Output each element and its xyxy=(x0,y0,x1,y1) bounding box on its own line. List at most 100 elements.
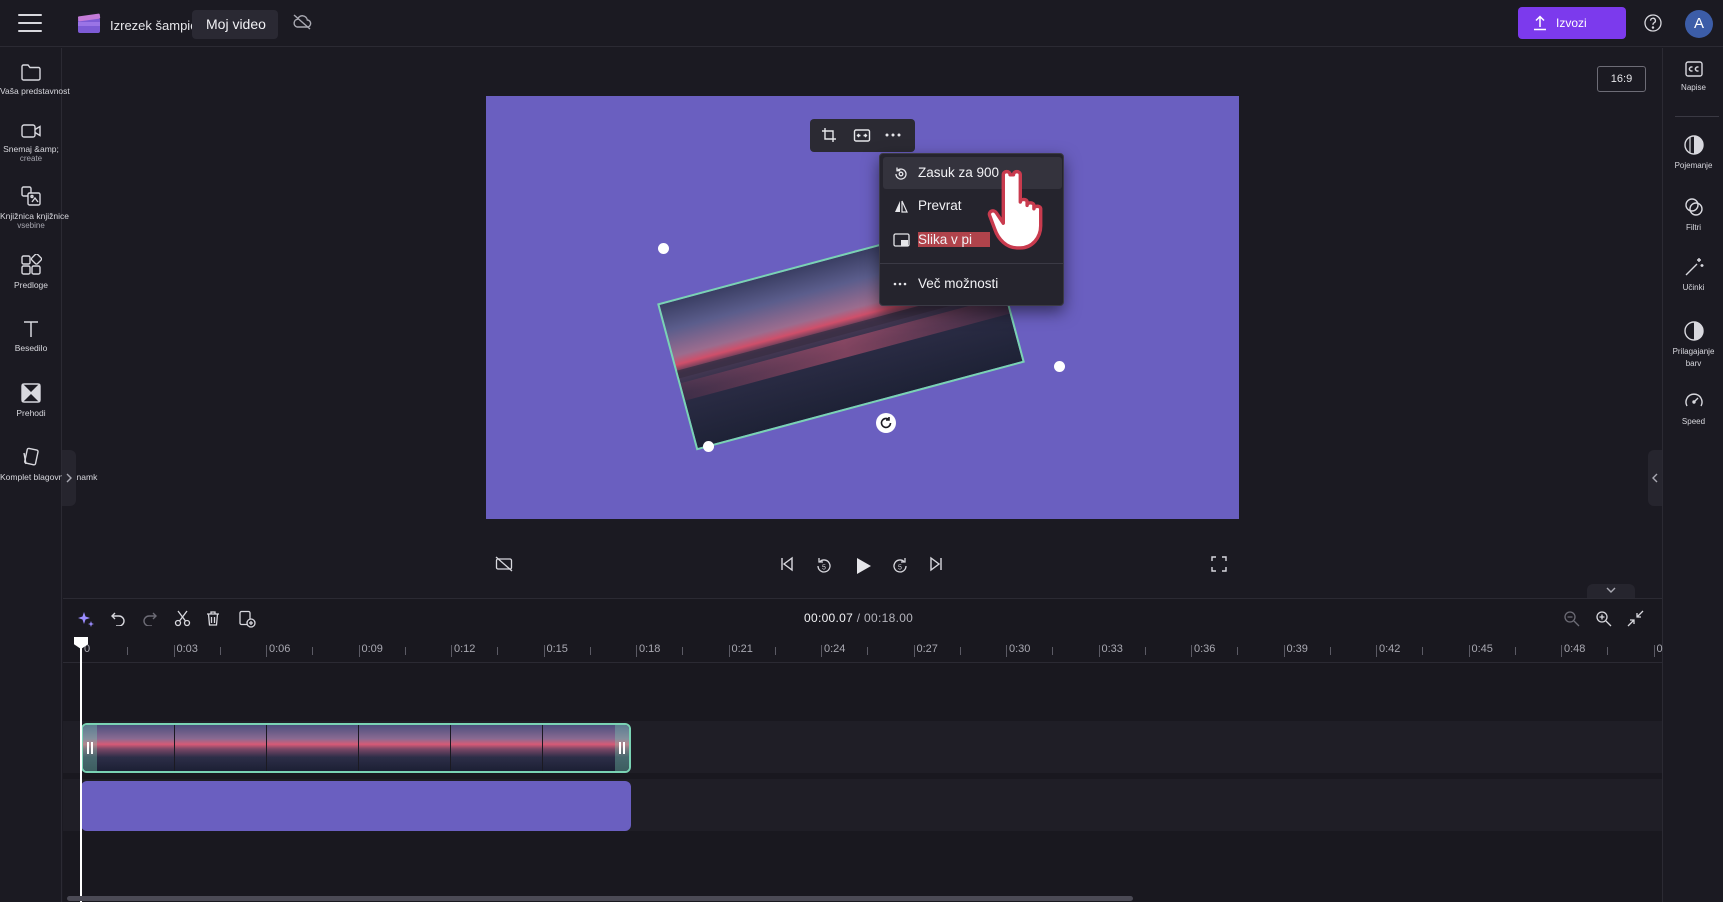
export-button[interactable]: Izvozi xyxy=(1518,7,1626,39)
aspect-ratio-button[interactable]: 16:9 xyxy=(1597,66,1646,92)
ruler-tick-label: 0:24 xyxy=(824,643,846,655)
sidebar-item-captions[interactable]: Napise xyxy=(1663,60,1723,94)
crop-icon[interactable] xyxy=(821,127,838,144)
video-canvas[interactable] xyxy=(486,96,1239,519)
more-icon xyxy=(893,282,907,286)
add-to-timeline-icon[interactable] xyxy=(238,610,256,628)
playhead[interactable] xyxy=(80,642,82,902)
cloud-off-icon[interactable] xyxy=(292,13,312,31)
time-readout: 00:00.07 / 00:18.00 xyxy=(804,611,913,625)
color-adjust-icon xyxy=(1683,321,1704,341)
menu-item-more-options[interactable]: Več možnosti xyxy=(883,268,1062,300)
ruler-tick-label: 0:45 xyxy=(1471,643,1493,655)
ruler-minor-tick xyxy=(1607,647,1609,655)
ruler-tick-label: 0:09 xyxy=(361,643,383,655)
chevron-down-icon xyxy=(1606,587,1616,593)
ruler-tick-label: 0:03 xyxy=(176,643,198,655)
sidebar-item-filters[interactable]: Filtri xyxy=(1663,196,1723,234)
redo-icon[interactable] xyxy=(142,610,158,626)
camera-off-icon[interactable] xyxy=(495,556,513,572)
chevron-right-icon xyxy=(66,473,72,483)
svg-text:5: 5 xyxy=(822,565,826,572)
ruler-minor-tick xyxy=(867,647,869,655)
sidebar-item-effects[interactable]: Učinki xyxy=(1663,256,1723,294)
ruler-tick-label: 0:42 xyxy=(1379,643,1401,655)
hand-pointer-cursor xyxy=(982,168,1058,268)
sidebar-item-sublabel: vsebine xyxy=(17,221,45,230)
play-icon[interactable] xyxy=(853,556,873,576)
sidebar-item-label: Knjižnica knjižnice xyxy=(0,211,69,221)
ruler-tick-label: 0:06 xyxy=(269,643,291,655)
menu-icon[interactable] xyxy=(18,14,42,34)
timeline-panel: 00:00.07 / 00:18.00 0 0:03 0:06 0:09 0:12 0:1… xyxy=(63,598,1663,902)
divider xyxy=(1675,116,1719,117)
ruler-tick-label: 0:18 xyxy=(639,643,661,655)
sidebar-item-your-media[interactable]: Vaša predstavnost xyxy=(0,62,70,96)
zoom-in-icon[interactable] xyxy=(1595,610,1612,627)
forward-5s-icon[interactable]: 5 xyxy=(890,556,910,576)
ruler-tick-label: 0:21 xyxy=(731,643,753,655)
clip-trim-handle-left[interactable] xyxy=(83,725,97,771)
export-label: Izvozi xyxy=(1556,16,1587,30)
sidebar-item-record-create[interactable]: Snemaj &amp; create xyxy=(0,122,62,163)
ruler-tick-label: 0:15 xyxy=(546,643,568,655)
media-floating-toolbar xyxy=(810,119,915,152)
sidebar-item-templates[interactable]: Predloge xyxy=(0,254,62,290)
clip-trim-handle-right[interactable] xyxy=(615,725,629,771)
sidebar-item-label: Komplet blagovnih znamk xyxy=(0,472,98,482)
rotate-handle[interactable] xyxy=(876,413,896,433)
split-scissors-icon[interactable] xyxy=(174,610,191,627)
resize-handle-bottom-right[interactable] xyxy=(1054,361,1065,372)
ruler-minor-tick xyxy=(1329,647,1331,655)
clipchamp-logo xyxy=(77,12,101,34)
ruler-minor-tick xyxy=(682,647,684,655)
fit-icon[interactable] xyxy=(853,127,871,144)
skip-to-end-icon[interactable] xyxy=(928,556,944,572)
delete-icon[interactable] xyxy=(205,610,221,627)
menu-item-label: Prevrat xyxy=(918,198,962,213)
sidebar-item-brand-kit[interactable]: Komplet blagovnih znamk xyxy=(0,446,98,482)
total-time: / 00:18.00 xyxy=(856,611,914,625)
fit-timeline-icon[interactable] xyxy=(1627,610,1644,627)
ruler-minor-tick xyxy=(497,647,499,655)
skip-to-start-icon[interactable] xyxy=(779,556,795,572)
timeline-video-clip[interactable] xyxy=(81,723,631,773)
sidebar-item-content-library[interactable]: Knjižnica knjižnice vsebine xyxy=(0,185,69,230)
resize-handle-bottom-left[interactable] xyxy=(703,441,714,452)
zoom-out-icon[interactable] xyxy=(1563,610,1580,627)
ruler-tick-label: 0:39 xyxy=(1286,643,1308,655)
sidebar-item-text[interactable]: Besedilo xyxy=(0,319,62,353)
sidebar-item-speed[interactable]: Speed xyxy=(1663,390,1723,428)
clipchamp-editor: Izrezek šampion Moj video Izvozi A Vaša … xyxy=(0,0,1723,902)
collapse-right-panel-button[interactable] xyxy=(1648,450,1662,506)
timeline-color-clip[interactable] xyxy=(81,781,631,831)
timeline-scrollbar[interactable] xyxy=(67,896,1133,901)
picture-in-picture-icon xyxy=(893,233,910,248)
timeline-toolbar: 00:00.07 / 00:18.00 xyxy=(63,599,1662,639)
svg-text:5: 5 xyxy=(898,565,902,572)
avatar[interactable]: A xyxy=(1685,10,1713,38)
rewind-5s-icon[interactable]: 5 xyxy=(814,556,834,576)
fade-icon xyxy=(1683,135,1704,155)
collapse-left-panel-button[interactable] xyxy=(62,450,76,506)
menu-item-label: Več možnosti xyxy=(918,276,999,291)
ai-sparkle-icon[interactable] xyxy=(77,610,95,628)
undo-icon[interactable] xyxy=(110,610,126,626)
ruler-minor-tick xyxy=(959,647,961,655)
timeline-collapse-toggle[interactable] xyxy=(1587,584,1635,598)
resize-handle-top-left[interactable] xyxy=(658,243,669,254)
timeline-ruler[interactable]: 0 0:03 0:06 0:09 0:12 0:15 0:18 0:21 0:24 0:27 0:3… xyxy=(63,639,1663,663)
sidebar-item-label: Speed xyxy=(1681,417,1706,426)
sidebar-item-label: Vaša predstavnost xyxy=(0,86,70,96)
ruler-minor-tick xyxy=(774,647,776,655)
video-title-field[interactable]: Moj video xyxy=(192,10,278,39)
sidebar-item-transitions[interactable]: Prehodi xyxy=(0,382,62,418)
effects-icon xyxy=(1685,258,1703,276)
sidebar-item-color-adjust[interactable]: Prilagajanje barv xyxy=(1663,320,1723,370)
help-icon[interactable] xyxy=(1643,13,1663,33)
sidebar-item-fade[interactable]: Pojemanje xyxy=(1663,134,1723,172)
ruler-tick-label: 0:48 xyxy=(1564,643,1586,655)
sidebar-item-label: Učinki xyxy=(1682,283,1705,292)
more-options-icon[interactable] xyxy=(885,133,901,137)
fullscreen-icon[interactable] xyxy=(1211,556,1227,572)
